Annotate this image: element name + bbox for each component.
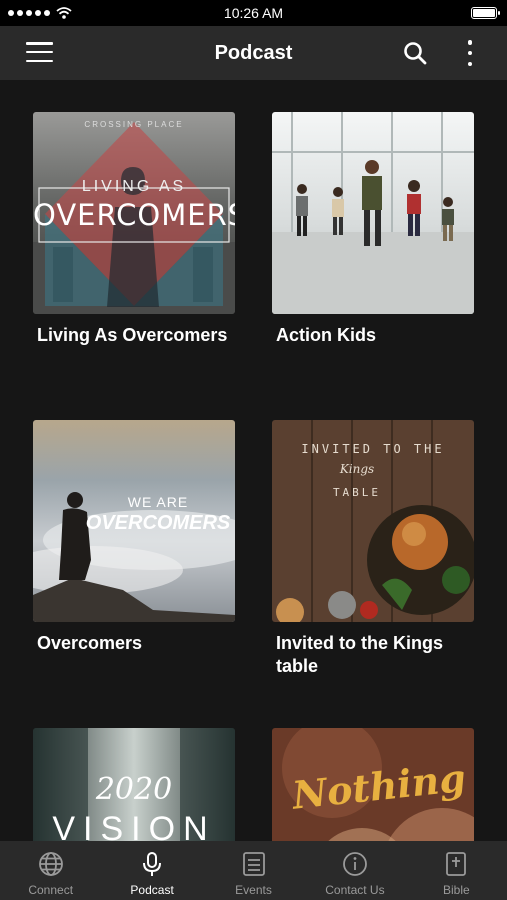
artwork-text-line2: OVERCOMERS [33, 198, 235, 232]
microphone-icon [138, 850, 166, 878]
podcast-card-invited-to-the-kings-table[interactable]: INVITED TO THE Kings TABLE Invited to th… [272, 420, 474, 678]
podcast-artwork: WE ARE OVERCOMERS [33, 420, 235, 622]
tab-contact-us[interactable]: Contact Us [304, 841, 405, 900]
top-nav-bar: Podcast [0, 26, 507, 80]
tab-bible[interactable]: Bible [406, 841, 507, 900]
signal-indicator [8, 7, 72, 19]
tab-label: Contact Us [325, 883, 385, 897]
events-icon [240, 850, 268, 878]
podcast-grid: CROSSING PLACE LIVING AS OVERCOMERS Livi… [0, 80, 507, 841]
more-options-button[interactable] [465, 40, 475, 66]
podcast-artwork: Nothing [272, 728, 474, 841]
podcast-card-nothing[interactable]: Nothing [272, 728, 474, 841]
podcast-title[interactable]: Overcomers [33, 632, 233, 655]
status-bar: 10:26 AM [0, 0, 507, 26]
artwork-text-line2: OVERCOMERS [85, 512, 231, 534]
artwork-text-line3: TABLE [332, 486, 382, 499]
tab-podcast[interactable]: Podcast [101, 841, 202, 900]
search-icon[interactable] [403, 41, 427, 65]
wifi-icon [56, 7, 72, 19]
podcast-title[interactable]: Action Kids [272, 324, 472, 347]
podcast-artwork [272, 112, 474, 314]
podcast-card-living-as-overcomers[interactable]: CROSSING PLACE LIVING AS OVERCOMERS Livi… [33, 112, 235, 347]
artwork-text-line2: VISION [52, 810, 216, 841]
artwork-text-line1: LIVING AS [81, 178, 187, 195]
page-title: Podcast [214, 41, 293, 64]
podcast-artwork: 2020 VISION [33, 728, 235, 841]
tab-label: Podcast [130, 883, 174, 897]
artwork-text-line2: Kings [339, 462, 375, 476]
globe-icon [37, 850, 65, 878]
bible-icon [442, 850, 470, 878]
podcast-card-overcomers[interactable]: WE ARE OVERCOMERS Overcomers [33, 420, 235, 655]
podcast-title[interactable]: Invited to the Kings table [272, 632, 472, 678]
podcast-title[interactable]: Living As Overcomers [33, 324, 233, 347]
podcast-card-action-kids[interactable]: Action Kids [272, 112, 474, 347]
podcast-artwork: CROSSING PLACE LIVING AS OVERCOMERS [33, 112, 235, 314]
menu-button[interactable] [26, 42, 53, 62]
battery-icon [471, 7, 500, 19]
bottom-tab-bar: Connect Podcast Events Contact Us Bible [0, 841, 507, 900]
info-icon [341, 850, 369, 878]
artwork-text-line1: INVITED TO THE [301, 442, 445, 456]
artwork-text-small: CROSSING PLACE [84, 120, 184, 129]
signal-strength-icon [8, 10, 50, 16]
tab-label: Events [235, 883, 272, 897]
tab-label: Connect [28, 883, 74, 897]
artwork-text-line1: WE ARE [127, 494, 189, 510]
tab-connect[interactable]: Connect [0, 841, 101, 900]
tab-label: Bible [442, 883, 470, 897]
artwork-text-line1: 2020 [95, 772, 173, 807]
podcast-artwork: INVITED TO THE Kings TABLE [272, 420, 474, 622]
status-time: 10:26 AM [223, 5, 284, 21]
podcast-card-2020-vision[interactable]: 2020 VISION [33, 728, 235, 841]
tab-events[interactable]: Events [203, 841, 304, 900]
